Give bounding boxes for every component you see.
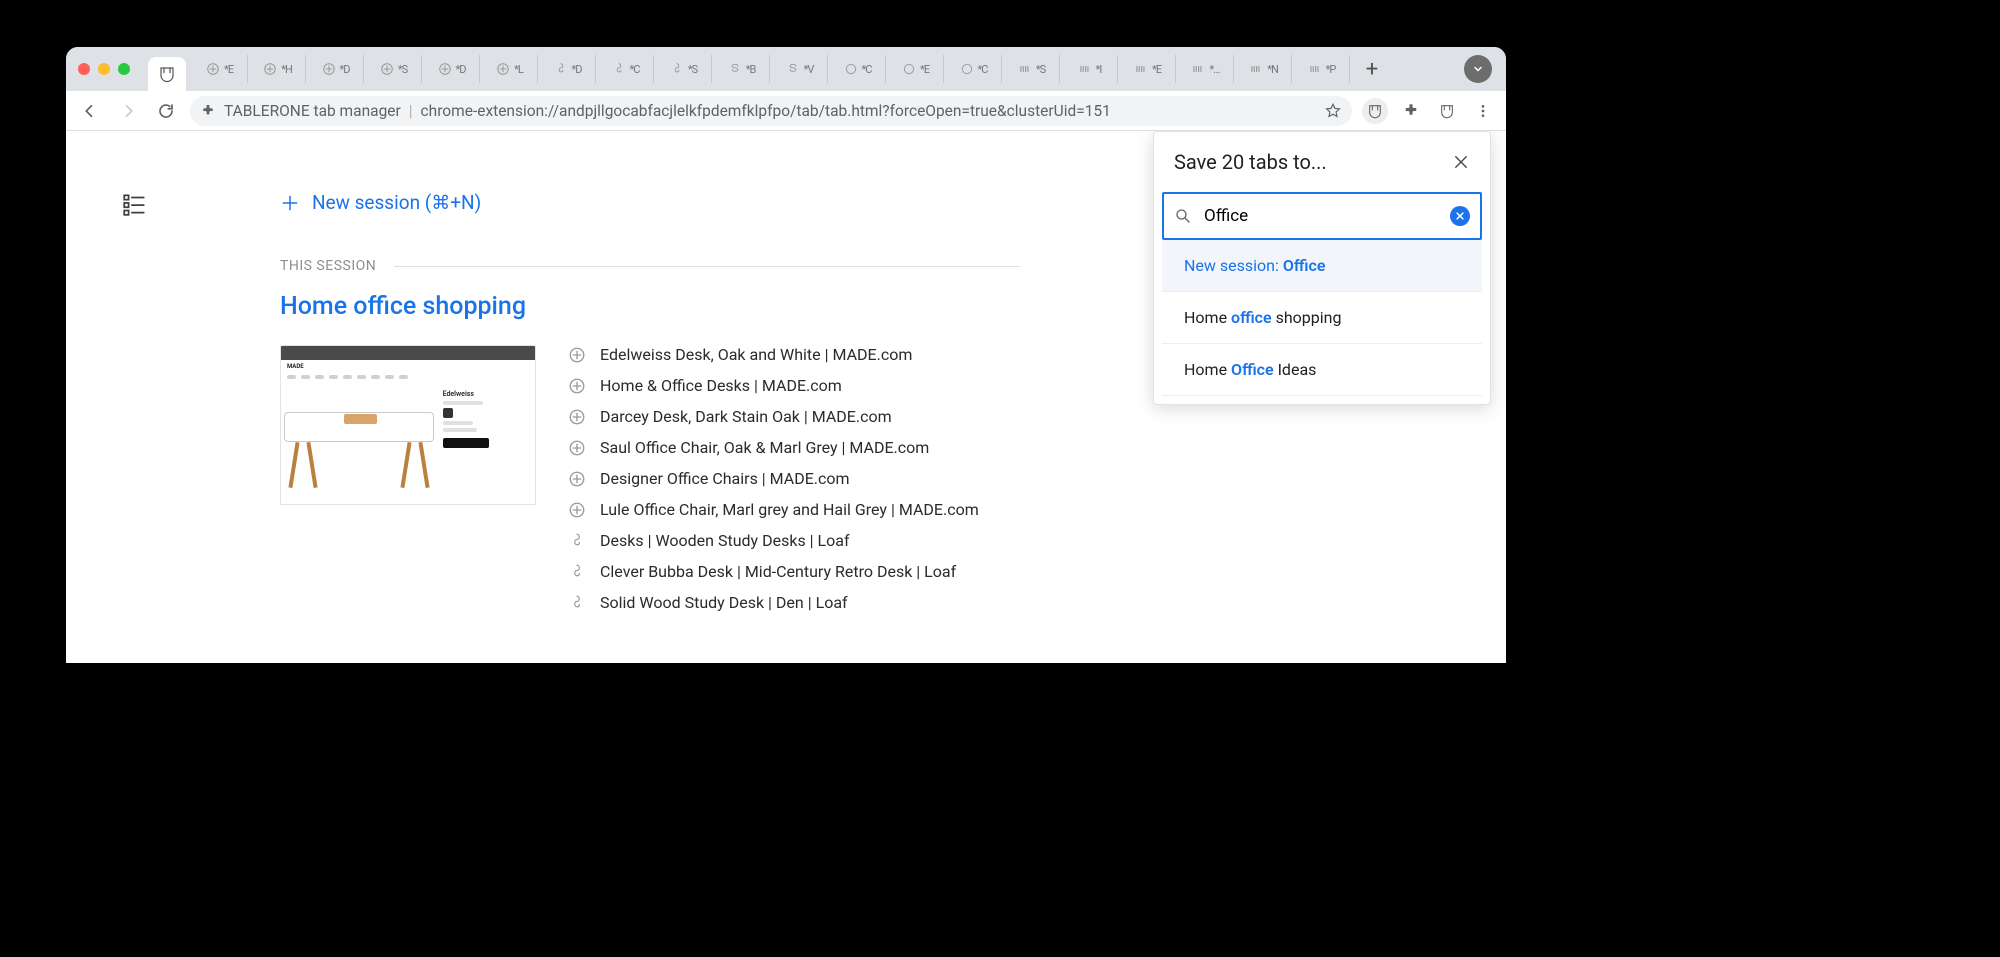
background-tabs: *E *H *D *S *D *L *D *C *S *B *V *C *E *… xyxy=(192,55,1350,83)
favicon-icon xyxy=(568,408,586,426)
favicon-icon xyxy=(568,377,586,395)
pinned-extension-button[interactable] xyxy=(1434,98,1460,124)
omnibox-extension-name: TABLERONE tab manager xyxy=(224,102,401,120)
omnibox-separator: | xyxy=(409,102,413,120)
tablerone-extension-button[interactable] xyxy=(1362,98,1388,124)
saved-tab-title: Home & Office Desks | MADE.com xyxy=(600,376,842,395)
minimize-window-button[interactable] xyxy=(98,63,110,75)
saved-tab-row[interactable]: Edelweiss Desk, Oak and White | MADE.com xyxy=(568,345,979,364)
window-controls xyxy=(78,63,130,75)
session-title[interactable]: Home office shopping xyxy=(280,292,1020,321)
tablerone-icon xyxy=(158,65,176,83)
background-tab[interactable]: *N xyxy=(1236,55,1292,83)
section-label-text: THIS SESSION xyxy=(280,258,376,274)
maximize-window-button[interactable] xyxy=(118,63,130,75)
saved-tab-row[interactable]: Home & Office Desks | MADE.com xyxy=(568,376,979,395)
saved-tab-title: Edelweiss Desk, Oak and White | MADE.com xyxy=(600,345,912,364)
clear-icon xyxy=(1455,211,1465,221)
background-tab[interactable]: *E xyxy=(888,55,944,83)
session-suggestions: New session: Office Home office shopping… xyxy=(1162,240,1482,396)
save-tabs-popup: Save 20 tabs to... New session: Office H… xyxy=(1153,131,1491,405)
divider xyxy=(394,266,1020,267)
favicon-icon xyxy=(568,470,586,488)
saved-tab-list: Edelweiss Desk, Oak and White | MADE.com… xyxy=(568,345,979,612)
popup-header: Save 20 tabs to... xyxy=(1154,132,1490,192)
saved-tab-title: Desks | Wooden Study Desks | Loaf xyxy=(600,531,850,550)
favicon-icon xyxy=(568,594,586,612)
background-tab[interactable]: *S xyxy=(656,55,712,83)
session-body: MADE Edelw xyxy=(280,345,1020,612)
background-tab[interactable]: *C xyxy=(946,55,1002,83)
saved-tab-row[interactable]: Saul Office Chair, Oak & Marl Grey | MAD… xyxy=(568,438,979,457)
active-browser-tab[interactable] xyxy=(148,57,186,91)
saved-tab-title: Darcey Desk, Dark Stain Oak | MADE.com xyxy=(600,407,892,426)
favicon-icon xyxy=(568,532,586,550)
new-session-label: New session (⌘+N) xyxy=(312,191,481,214)
favicon-icon xyxy=(568,346,586,364)
new-tab-button[interactable]: + xyxy=(1358,55,1386,83)
saved-tab-row[interactable]: Darcey Desk, Dark Stain Oak | MADE.com xyxy=(568,407,979,426)
background-tab[interactable]: *C xyxy=(598,55,654,83)
background-tab[interactable]: *H xyxy=(250,55,306,83)
clear-search-button[interactable] xyxy=(1450,206,1470,226)
saved-tab-row[interactable]: Desks | Wooden Study Desks | Loaf xyxy=(568,531,979,550)
background-tab[interactable]: *S xyxy=(366,55,422,83)
plus-icon xyxy=(280,193,300,213)
background-tab[interactable]: *C xyxy=(830,55,886,83)
background-tab[interactable]: *D xyxy=(308,55,364,83)
extension-icon xyxy=(200,103,216,119)
chrome-menu-button[interactable] xyxy=(1470,98,1496,124)
popup-title: Save 20 tabs to... xyxy=(1174,150,1327,174)
background-tab[interactable]: *E xyxy=(192,55,248,83)
saved-tab-title: Saul Office Chair, Oak & Marl Grey | MAD… xyxy=(600,438,929,457)
suggestion-new-session[interactable]: New session: Office xyxy=(1162,240,1482,292)
extensions-button[interactable] xyxy=(1398,98,1424,124)
search-icon xyxy=(1174,207,1192,225)
saved-tab-row[interactable]: Designer Office Chairs | MADE.com xyxy=(568,469,979,488)
saved-tab-title: Clever Bubba Desk | Mid-Century Retro De… xyxy=(600,562,956,581)
forward-button[interactable] xyxy=(114,97,142,125)
background-tab[interactable]: *E xyxy=(1120,55,1176,83)
saved-tab-title: Designer Office Chairs | MADE.com xyxy=(600,469,850,488)
star-icon[interactable] xyxy=(1324,102,1342,120)
address-bar: TABLERONE tab manager | chrome-extension… xyxy=(66,91,1506,131)
new-session-button[interactable]: New session (⌘+N) xyxy=(280,191,1020,214)
background-tab[interactable]: *S xyxy=(1004,55,1060,83)
tab-overflow-button[interactable] xyxy=(1464,55,1492,83)
favicon-icon xyxy=(568,563,586,581)
background-tab[interactable]: *B xyxy=(714,55,770,83)
background-tab[interactable]: *D xyxy=(424,55,480,83)
toggle-sidebar-button[interactable] xyxy=(121,191,147,217)
close-window-button[interactable] xyxy=(78,63,90,75)
saved-tab-row[interactable]: Clever Bubba Desk | Mid-Century Retro De… xyxy=(568,562,979,581)
omnibox[interactable]: TABLERONE tab manager | chrome-extension… xyxy=(190,96,1352,126)
section-header: THIS SESSION xyxy=(280,258,1020,274)
saved-tab-title: Lule Office Chair, Marl grey and Hail Gr… xyxy=(600,500,979,519)
background-tab[interactable]: *L xyxy=(482,55,538,83)
saved-tab-row[interactable]: Solid Wood Study Desk | Den | Loaf xyxy=(568,593,979,612)
main-content: New session (⌘+N) THIS SESSION Home offi… xyxy=(280,131,1020,612)
saved-tab-title: Solid Wood Study Desk | Den | Loaf xyxy=(600,593,848,612)
tab-strip: *E *H *D *S *D *L *D *C *S *B *V *C *E *… xyxy=(66,47,1506,91)
close-popup-button[interactable] xyxy=(1452,153,1470,171)
close-icon xyxy=(1452,153,1470,171)
background-tab[interactable]: *I xyxy=(1062,55,1118,83)
back-button[interactable] xyxy=(76,97,104,125)
suggestion-item[interactable]: Home office shopping xyxy=(1162,292,1482,344)
background-tab[interactable]: *P xyxy=(1294,55,1350,83)
background-tab[interactable]: *D xyxy=(540,55,596,83)
omnibox-url: chrome-extension://andpjllgocabfacjlelkf… xyxy=(421,102,1316,120)
favicon-icon xyxy=(568,501,586,519)
browser-window: *E *H *D *S *D *L *D *C *S *B *V *C *E *… xyxy=(66,47,1506,663)
session-search-input[interactable] xyxy=(1202,205,1440,227)
favicon-icon xyxy=(568,439,586,457)
session-thumbnail[interactable]: MADE Edelw xyxy=(280,345,536,505)
page-content: New session (⌘+N) THIS SESSION Home offi… xyxy=(66,131,1506,663)
background-tab[interactable]: *… xyxy=(1178,55,1234,83)
reload-button[interactable] xyxy=(152,97,180,125)
suggestion-item[interactable]: Home Office Ideas xyxy=(1162,344,1482,396)
background-tab[interactable]: *V xyxy=(772,55,828,83)
session-search-box[interactable] xyxy=(1162,192,1482,240)
saved-tab-row[interactable]: Lule Office Chair, Marl grey and Hail Gr… xyxy=(568,500,979,519)
